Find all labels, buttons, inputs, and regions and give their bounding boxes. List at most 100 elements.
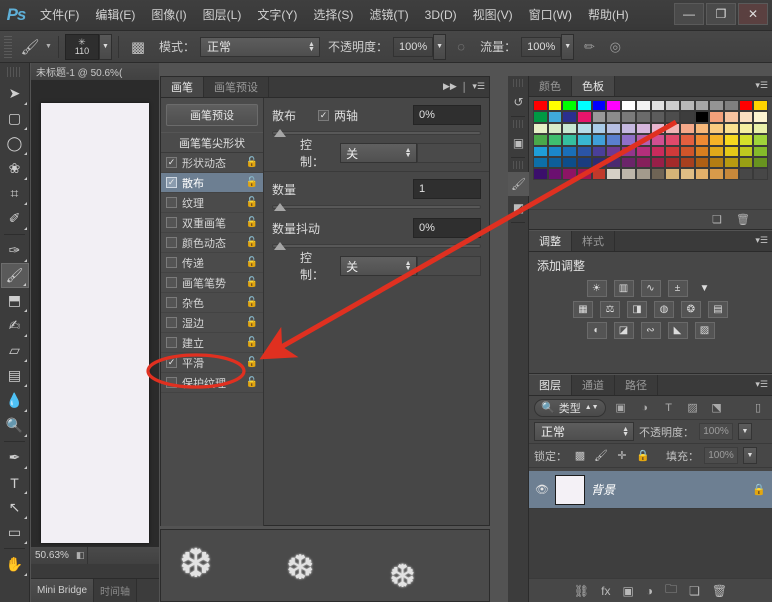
brush-tool-icon[interactable]: 🖌: [17, 36, 43, 58]
options-bar-grip[interactable]: [4, 35, 12, 58]
opacity-dropdown[interactable]: ▼: [433, 33, 447, 60]
swatch-cell[interactable]: [665, 111, 680, 123]
swatch-cell[interactable]: [665, 134, 680, 146]
swatch-cell[interactable]: [694, 168, 710, 180]
count-jitter-control-select[interactable]: 关 ▲ ▼: [340, 256, 417, 276]
swatch-cell[interactable]: [533, 145, 548, 157]
swatch-cell[interactable]: [547, 168, 563, 180]
swatch-cell[interactable]: [679, 145, 695, 157]
eraser-tool[interactable]: ▱: [1, 338, 29, 363]
filter-toggle-icon[interactable]: ▯: [749, 399, 767, 417]
swatch-cell[interactable]: [577, 122, 592, 135]
lock-icon[interactable]: 🔓: [246, 297, 258, 308]
swatch-cell[interactable]: [679, 111, 695, 123]
swatch-cell[interactable]: [665, 100, 680, 112]
brush-option-dual-brush[interactable]: 双重画笔 🔓: [161, 213, 263, 233]
layer-blend-mode-select[interactable]: 正常 ▲ ▼: [534, 422, 634, 441]
swatch-cell[interactable]: [547, 134, 563, 146]
swatch-cell[interactable]: [665, 122, 680, 135]
swatch-cell[interactable]: [753, 168, 768, 180]
rail-grip[interactable]: [513, 79, 523, 87]
menu-image[interactable]: 图像(I): [143, 4, 194, 26]
filter-pixel-icon[interactable]: ▣: [612, 399, 630, 417]
menu-help[interactable]: 帮助(H): [580, 4, 637, 26]
vibrance-icon[interactable]: ▼: [695, 280, 715, 297]
menu-layer[interactable]: 图层(L): [195, 4, 250, 26]
swatch-cell[interactable]: [562, 145, 578, 157]
swatch-cell[interactable]: [533, 122, 548, 135]
swatch-cell[interactable]: [723, 168, 739, 180]
both-axes-checkbox-group[interactable]: ✓ 两轴: [318, 107, 358, 124]
menu-3d[interactable]: 3D(D): [417, 4, 465, 26]
pen-tool[interactable]: ✒: [1, 445, 29, 470]
swatch-cell[interactable]: [679, 122, 695, 135]
brush-option-wet-edges[interactable]: 湿边 🔓: [161, 313, 263, 333]
swatch-cell[interactable]: [650, 168, 666, 180]
menu-window[interactable]: 窗口(W): [521, 4, 580, 26]
lock-icon[interactable]: 🔓: [246, 357, 258, 368]
history-icon[interactable]: ↺: [508, 90, 529, 114]
black-white-icon[interactable]: ◨: [627, 301, 647, 318]
document-info-icon[interactable]: ◧: [73, 550, 88, 561]
swatch-cell[interactable]: [650, 100, 666, 112]
swatch-cell[interactable]: [679, 156, 695, 169]
lock-all-icon[interactable]: 🔒: [635, 448, 651, 464]
tab-mini-bridge[interactable]: Mini Bridge: [31, 579, 95, 602]
swatch-cell[interactable]: [591, 134, 607, 146]
swatch-cell[interactable]: [591, 156, 607, 169]
swatch-cell[interactable]: [694, 134, 710, 146]
brush-rail-icon[interactable]: 🖌: [508, 172, 529, 196]
swatch-cell[interactable]: [679, 168, 695, 180]
checkbox-icon[interactable]: [166, 197, 177, 208]
tab-adjustments[interactable]: 调整: [529, 231, 572, 251]
zoom-level[interactable]: 50.63%: [31, 550, 73, 561]
swatch-cell[interactable]: [533, 134, 548, 146]
swatch-cell[interactable]: [591, 122, 607, 135]
photo-filter-icon[interactable]: ◍: [654, 301, 674, 318]
filter-adjustment-icon[interactable]: ◑: [636, 399, 654, 417]
scatter-value[interactable]: 0%: [413, 105, 481, 125]
gradient-map-icon[interactable]: ◣: [667, 322, 688, 339]
layer-fill-value[interactable]: 100%: [704, 447, 738, 464]
lock-icon[interactable]: 🔓: [246, 197, 258, 208]
document-tab[interactable]: 未标题-1 @ 50.6%(: [31, 63, 159, 81]
rail-grip[interactable]: [513, 120, 523, 128]
checkbox-icon[interactable]: [166, 277, 177, 288]
swatch-cell[interactable]: [694, 122, 710, 135]
swatch-cell[interactable]: [738, 111, 754, 123]
swatch-cell[interactable]: [723, 156, 739, 169]
menu-file[interactable]: 文件(F): [32, 4, 87, 26]
swatch-cell[interactable]: [635, 156, 651, 169]
brush-option-texture[interactable]: 纹理 🔓: [161, 193, 263, 213]
panel-menu-icon[interactable]: ▾☰: [755, 379, 768, 390]
swatch-cell[interactable]: [709, 134, 724, 146]
swatch-cell[interactable]: [577, 156, 592, 169]
pressure-size-icon[interactable]: ◎: [604, 36, 626, 58]
swatch-cell[interactable]: [753, 100, 768, 112]
lock-image-icon[interactable]: 🖌: [593, 448, 609, 464]
swatch-cell[interactable]: [606, 145, 622, 157]
quick-selection-tool[interactable]: ❀: [1, 156, 29, 181]
brush-option-brush-pose[interactable]: 画笔笔势 🔓: [161, 273, 263, 293]
swatch-cell[interactable]: [562, 168, 578, 180]
panel-menu-icon[interactable]: ▾☰: [472, 81, 485, 92]
swatch-cell[interactable]: [738, 122, 754, 135]
clone-source-icon[interactable]: ◩: [508, 196, 529, 220]
count-slider[interactable]: [272, 203, 481, 211]
swatch-cell[interactable]: [753, 145, 768, 157]
swatch-cell[interactable]: [577, 168, 592, 180]
swatch-cell[interactable]: [591, 145, 607, 157]
swatch-cell[interactable]: [694, 145, 710, 157]
lock-icon[interactable]: 🔓: [246, 257, 258, 268]
swatch-cell[interactable]: [709, 111, 724, 123]
tab-swatches[interactable]: 色板: [572, 76, 615, 96]
new-swatch-icon[interactable]: ❏: [712, 213, 722, 226]
brush-option-transfer[interactable]: 传递 🔓: [161, 253, 263, 273]
swatch-cell[interactable]: [694, 111, 710, 123]
clone-stamp-tool[interactable]: ⬒: [1, 288, 29, 313]
levels-icon[interactable]: ▥: [613, 280, 634, 297]
swatch-cell[interactable]: [738, 156, 754, 169]
brush-option-color-dynamics[interactable]: 颜色动态 🔓: [161, 233, 263, 253]
swatch-cell[interactable]: [635, 100, 651, 112]
count-jitter-slider[interactable]: [272, 242, 481, 250]
